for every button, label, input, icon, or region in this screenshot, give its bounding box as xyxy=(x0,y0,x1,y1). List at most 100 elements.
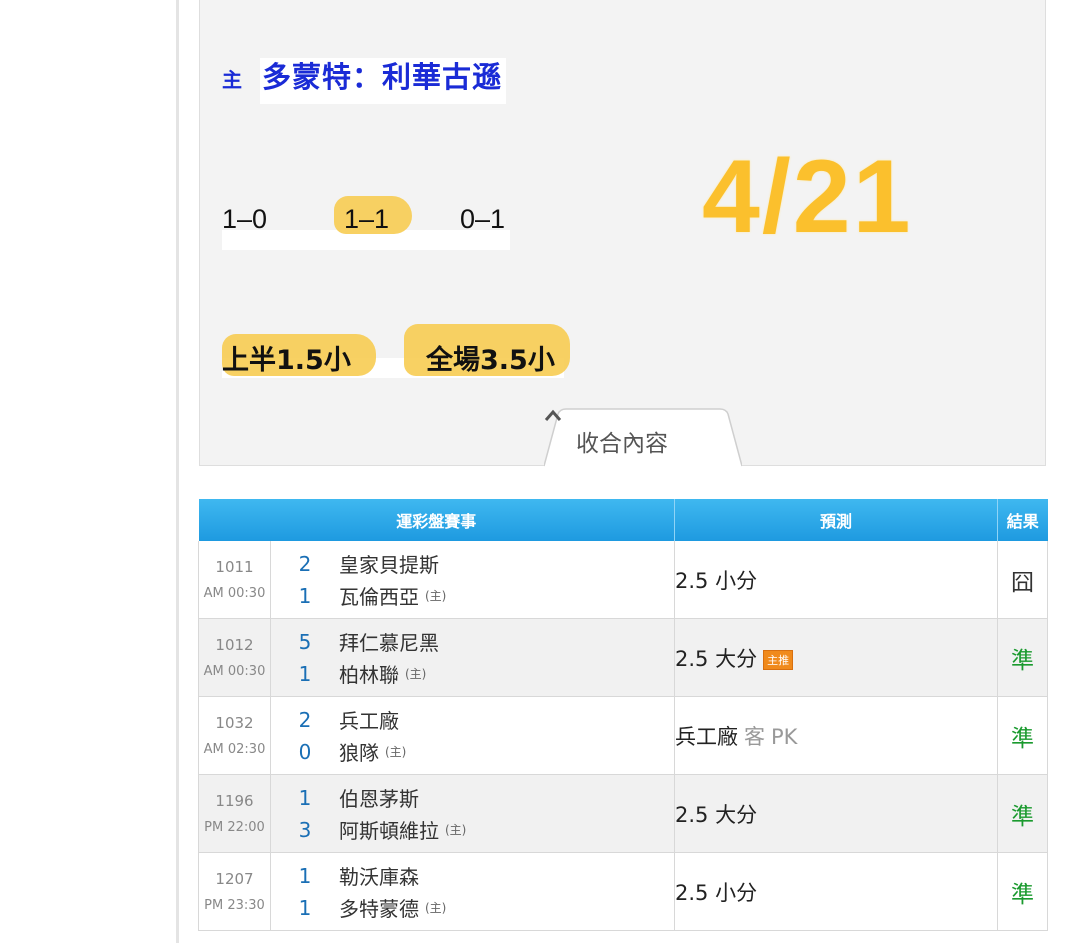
away-score: 5 xyxy=(298,629,312,654)
prediction-text: 2.5 大分 xyxy=(675,646,758,671)
away-team: 伯恩茅斯 xyxy=(339,787,419,811)
home-team: 柏林聯 xyxy=(339,663,399,687)
result-cell: 準 xyxy=(997,618,1049,697)
away-team: 拜仁慕尼黑 xyxy=(339,631,439,655)
away-score: 2 xyxy=(298,551,312,576)
away-team-row: 1 伯恩茅斯 xyxy=(271,782,674,814)
table-row: 1032 AM 02:30 2 兵工廠 0 狼隊 (主) 兵工廠客 PK 準 xyxy=(198,696,1049,775)
first-half-pick: 上半1.5小 xyxy=(222,345,351,376)
result-cell: 準 xyxy=(997,696,1049,775)
prediction-cell: 兵工廠客 PK xyxy=(674,696,999,775)
collapse-label: 收合內容 xyxy=(576,431,668,457)
home-team: 瓦倫西亞 xyxy=(339,585,419,609)
header-prediction: 預測 xyxy=(674,499,999,541)
game-id: 1196 xyxy=(215,792,254,810)
home-team: 狼隊 xyxy=(339,741,379,765)
game-time: AM 00:30 xyxy=(203,664,266,679)
away-team-row: 2 皇家貝提斯 xyxy=(271,548,674,580)
result-cell: 準 xyxy=(997,774,1049,853)
game-id-cell: 1207 PM 23:30 xyxy=(198,852,271,931)
score-option-3: 0–1 xyxy=(460,204,506,234)
prediction-cell: 2.5 大分 主推 xyxy=(674,618,999,697)
away-score: 1 xyxy=(298,785,312,810)
teams-cell: 5 拜仁慕尼黑 1 柏林聯 (主) xyxy=(270,618,676,697)
result-cell: 準 xyxy=(997,852,1049,931)
table-row: 1012 AM 00:30 5 拜仁慕尼黑 1 柏林聯 (主) 2.5 大分 主推 xyxy=(198,618,1049,697)
away-team-row: 2 兵工廠 xyxy=(271,704,674,736)
home-score: 1 xyxy=(298,583,312,608)
chevron-up-icon xyxy=(544,409,562,421)
game-id-cell: 1012 AM 00:30 xyxy=(198,618,271,697)
prediction-text: 2.5 小分 xyxy=(675,880,758,905)
prediction-pk-label: PK xyxy=(771,724,798,749)
home-tag: 主 xyxy=(222,68,242,92)
score-option-1: 1–0 xyxy=(222,204,268,234)
left-blank-pane xyxy=(0,0,176,943)
post-content-box: 主 多蒙特：利華古遜 1–0 1–1 0–1 4/21 上半1.5小 全場3.5… xyxy=(199,0,1046,467)
home-team: 多特蒙德 xyxy=(339,897,419,921)
results-table: 運彩盤賽事 預測 結果 1011 AM 00:30 2 皇家貝提斯 1 瓦倫西亞… xyxy=(198,499,1049,931)
game-time: PM 23:30 xyxy=(204,898,265,913)
game-id-cell: 1196 PM 22:00 xyxy=(198,774,271,853)
score-predictions-line: 1–0 1–1 0–1 xyxy=(222,196,512,250)
main-content: 主 多蒙特：利華古遜 1–0 1–1 0–1 4/21 上半1.5小 全場3.5… xyxy=(179,0,1080,943)
game-time: PM 22:00 xyxy=(204,820,265,835)
game-time: AM 02:30 xyxy=(203,742,266,757)
table-row: 1196 PM 22:00 1 伯恩茅斯 3 阿斯頓維拉 (主) 2.5 大分 xyxy=(198,774,1049,853)
game-id: 1032 xyxy=(215,714,254,732)
prediction-cell: 2.5 小分 xyxy=(674,852,999,931)
game-id: 1207 xyxy=(215,870,254,888)
table-header-row: 運彩盤賽事 預測 結果 xyxy=(198,499,1048,541)
date-highlight: 4/21 xyxy=(702,139,913,255)
away-team: 勒沃庫森 xyxy=(339,865,419,889)
result-cell: 囧 xyxy=(997,541,1049,619)
away-team-row: 5 拜仁慕尼黑 xyxy=(271,626,674,658)
table-row: 1011 AM 00:30 2 皇家貝提斯 1 瓦倫西亞 (主) 2.5 小分 xyxy=(198,541,1049,619)
prediction-text: 兵工廠 xyxy=(675,724,739,749)
collapse-content-button[interactable]: 收合內容 xyxy=(544,408,742,467)
home-score: 1 xyxy=(298,661,312,686)
game-id-cell: 1011 AM 00:30 xyxy=(198,541,271,619)
home-team-row: 1 瓦倫西亞 (主) xyxy=(271,580,674,612)
away-team: 兵工廠 xyxy=(339,709,399,733)
home-mark: (主) xyxy=(385,745,407,759)
prediction-cell: 2.5 小分 xyxy=(674,541,999,619)
home-score: 1 xyxy=(298,895,312,920)
match-title-line: 主 多蒙特：利華古遜 xyxy=(222,50,512,104)
prediction-text: 2.5 小分 xyxy=(675,568,758,593)
game-id: 1012 xyxy=(215,636,254,654)
home-team: 阿斯頓維拉 xyxy=(339,819,439,843)
teams-cell: 1 伯恩茅斯 3 阿斯頓維拉 (主) xyxy=(270,774,676,853)
home-mark: (主) xyxy=(405,667,427,681)
game-time: AM 00:30 xyxy=(203,586,266,601)
away-score: 1 xyxy=(298,863,312,888)
home-team-row: 1 柏林聯 (主) xyxy=(271,658,674,690)
home-team-row: 0 狼隊 (主) xyxy=(271,736,674,768)
home-mark: (主) xyxy=(425,589,447,603)
teams-cell: 2 皇家貝提斯 1 瓦倫西亞 (主) xyxy=(270,541,676,619)
full-match-pick: 全場3.5小 xyxy=(426,345,555,376)
home-score: 3 xyxy=(298,817,312,842)
prediction-cell: 2.5 大分 xyxy=(674,774,999,853)
prediction-away-label: 客 xyxy=(744,724,766,749)
recommended-badge: 主推 xyxy=(763,649,794,670)
home-mark: (主) xyxy=(425,901,447,915)
prediction-text: 2.5 大分 xyxy=(675,802,758,827)
over-under-line: 上半1.5小 全場3.5小 xyxy=(222,324,582,384)
game-id: 1011 xyxy=(215,558,254,576)
home-team-row: 3 阿斯頓維拉 (主) xyxy=(271,814,674,846)
teams-cell: 1 勒沃庫森 1 多特蒙德 (主) xyxy=(270,852,676,931)
home-score: 0 xyxy=(298,739,312,764)
header-event: 運彩盤賽事 xyxy=(198,499,676,541)
game-id-cell: 1032 AM 02:30 xyxy=(198,696,271,775)
away-score: 2 xyxy=(298,707,312,732)
match-name: 多蒙特：利華古遜 xyxy=(262,60,503,94)
away-team: 皇家貝提斯 xyxy=(339,553,439,577)
home-mark: (主) xyxy=(445,823,467,837)
home-team-row: 1 多特蒙德 (主) xyxy=(271,892,674,924)
away-team-row: 1 勒沃庫森 xyxy=(271,860,674,892)
header-result: 結果 xyxy=(997,499,1048,541)
teams-cell: 2 兵工廠 0 狼隊 (主) xyxy=(270,696,676,775)
table-row: 1207 PM 23:30 1 勒沃庫森 1 多特蒙德 (主) 2.5 小分 準 xyxy=(198,852,1049,931)
score-option-2: 1–1 xyxy=(344,204,390,234)
